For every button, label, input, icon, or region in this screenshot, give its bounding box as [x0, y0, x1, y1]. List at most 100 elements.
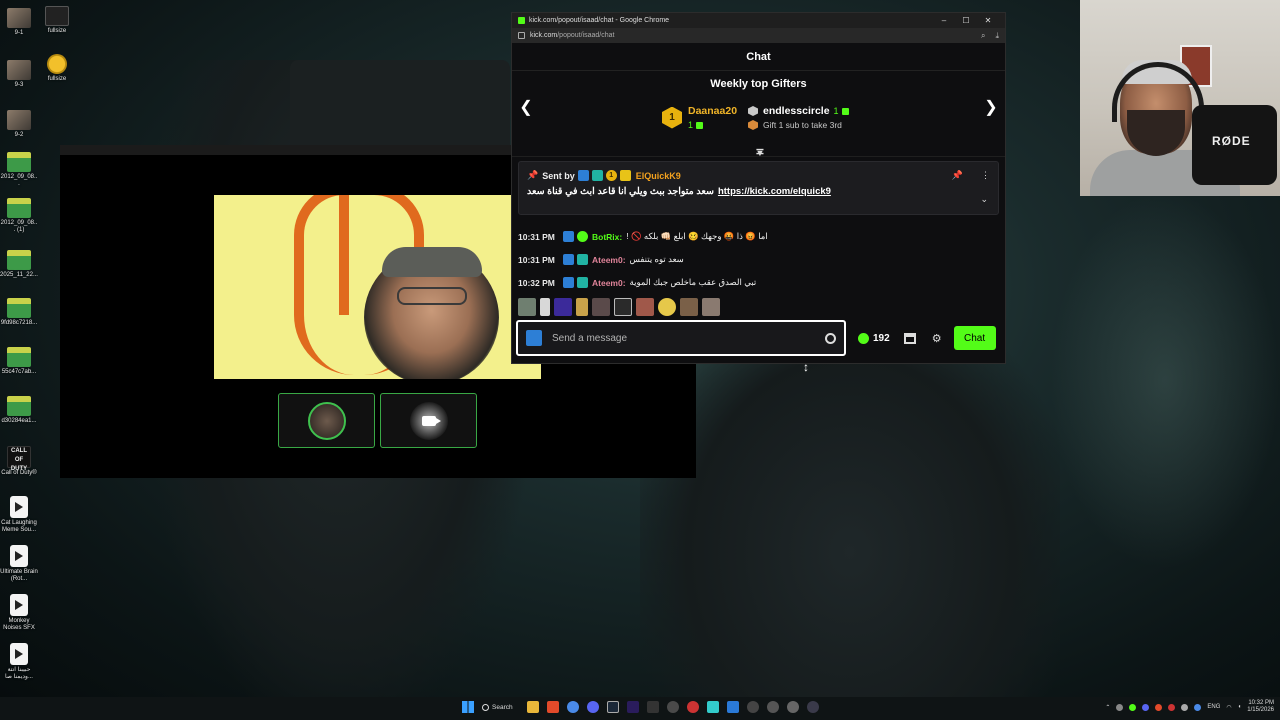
desktop-icon[interactable]: 9-1	[0, 8, 38, 37]
desktop-icon[interactable]: 9-2	[0, 110, 38, 139]
desktop-icon[interactable]: 9-3	[0, 60, 38, 89]
url-text[interactable]: kick.com/popout/isaad/chat	[530, 32, 971, 39]
chat-message[interactable]: 10:31 PM Ateem0: سعد توه يتنفس	[518, 248, 994, 271]
chrome-icon[interactable]	[566, 701, 579, 713]
participant-video-tile[interactable]	[214, 195, 541, 379]
desktop-icon[interactable]: Monkey Noises SFX	[0, 594, 38, 632]
download-icon[interactable]: ⤓	[995, 31, 999, 41]
desktop-icon[interactable]: 2012_09_08...	[0, 152, 38, 188]
clock[interactable]: 10:32 PM 1/15/2026	[1247, 700, 1274, 714]
gifter-first[interactable]: 1 Daanaa20 1	[662, 105, 737, 130]
emote-icon[interactable]	[540, 298, 550, 316]
app-icon[interactable]	[646, 701, 659, 713]
app-icon[interactable]	[746, 701, 759, 713]
tray-icon[interactable]	[1194, 703, 1202, 711]
chevron-left-icon[interactable]: ❮	[516, 97, 536, 117]
brave-icon[interactable]	[546, 701, 559, 713]
file-explorer-icon[interactable]	[526, 701, 539, 713]
desktop-icon[interactable]: fullsize	[38, 54, 76, 83]
desktop-icon[interactable]: fullsize	[38, 6, 76, 35]
emote-icon[interactable]	[614, 298, 632, 316]
desktop-icon[interactable]: 2025_11_22...	[0, 250, 38, 279]
points-value: 192	[873, 332, 890, 344]
media-file-icon	[10, 545, 28, 567]
app-icon[interactable]	[766, 701, 779, 713]
gifter-badge-icon: 1	[605, 170, 617, 181]
address-bar[interactable]: kick.com/popout/isaad/chat ⌕ ⤓	[512, 28, 1005, 43]
url-host: kick.com	[530, 32, 558, 39]
search-label: Search	[492, 703, 513, 711]
message-input[interactable]	[552, 332, 825, 344]
pinned-username[interactable]: ElQuickK9	[636, 171, 681, 181]
gear-icon[interactable]: ⚙	[932, 332, 942, 345]
chat-input-box[interactable]	[516, 320, 846, 356]
pinned-link[interactable]: https://kick.com/elquick9	[718, 186, 831, 197]
wifi-icon[interactable]: ◠	[1226, 704, 1231, 711]
chevron-right-icon[interactable]: ❯	[981, 97, 1001, 117]
chevron-up-icon[interactable]: ⌃	[1105, 704, 1110, 711]
chat-header: Chat	[512, 43, 1005, 71]
tray-icon[interactable]	[1168, 703, 1176, 711]
desktop-icon[interactable]: 55c47c7ab...	[0, 347, 38, 376]
windows-start-icon[interactable]	[462, 701, 474, 713]
tray-icon[interactable]	[1142, 703, 1150, 711]
chat-message[interactable]: 10:31 PM BotRix: اما 😡 ذا 🤬 وجهك 🥴 ابلع …	[518, 225, 994, 248]
desktop-icon[interactable]: Cat Laughing Meme Sou...	[0, 496, 38, 534]
recorder-icon[interactable]	[686, 701, 699, 713]
message-username[interactable]: Ateem0:	[592, 278, 626, 288]
taskbar-search[interactable]: Search	[482, 703, 513, 711]
camera-off-tile[interactable]	[380, 393, 477, 448]
discord-icon[interactable]	[586, 701, 599, 713]
message-text: سعد توه يتنفس	[629, 254, 684, 264]
participant-avatar-tile[interactable]	[278, 393, 375, 448]
emote-icon[interactable]	[592, 298, 610, 316]
emote-icon[interactable]	[554, 298, 572, 316]
language-indicator[interactable]: ENG	[1207, 704, 1220, 710]
close-button[interactable]: ✕	[977, 16, 999, 25]
gif-file-icon	[7, 198, 31, 218]
app-icon[interactable]	[706, 701, 719, 713]
tray-icon[interactable]	[1116, 703, 1124, 711]
emote-icon[interactable]	[680, 298, 698, 316]
desktop-icon[interactable]: 2012_09_08... (1)	[0, 198, 38, 234]
store-icon[interactable]	[903, 332, 916, 344]
tray-icon[interactable]	[1181, 703, 1189, 711]
window-titlebar[interactable]: kick.com/popout/isaad/chat - Google Chro…	[512, 13, 1005, 28]
send-chat-button[interactable]: Chat	[953, 326, 996, 350]
tray-icon[interactable]	[1129, 703, 1137, 711]
desktop-icon[interactable]: Ultimate Brain (Rot...	[0, 545, 38, 583]
premiere-icon[interactable]	[626, 701, 639, 713]
unpin-icon[interactable]: 📌	[952, 170, 963, 181]
desktop-icon[interactable]: حبيبنا انتة وديمنا صا...	[0, 643, 38, 681]
site-info-icon[interactable]	[518, 32, 525, 39]
desktop-icon[interactable]: d30284ea1...	[0, 396, 38, 425]
obs-icon[interactable]	[666, 701, 679, 713]
emote-icon[interactable]	[636, 298, 654, 316]
channel-points[interactable]: 192	[858, 332, 890, 344]
zoom-icon[interactable]: ⌕	[981, 31, 985, 41]
desktop-icon[interactable]: 9fd98c7218...	[0, 298, 38, 327]
app-icon[interactable]	[806, 701, 819, 713]
gift-icon	[841, 107, 849, 115]
tray-icon[interactable]	[1155, 703, 1163, 711]
emote-icon[interactable]	[518, 298, 536, 316]
emoji-icon[interactable]	[825, 332, 836, 344]
chat-message[interactable]: 10:32 PM Ateem0: تبي الصدق عقب ماخلص جبك…	[518, 271, 994, 294]
emote-icon[interactable]	[702, 298, 720, 316]
more-options-icon[interactable]: ⋮	[981, 170, 990, 181]
vscode-icon[interactable]	[726, 701, 739, 713]
collapse-icon[interactable]: ▁ ▁ ▼	[754, 141, 766, 158]
gifter-second[interactable]: endlesscircle 1 Gift 1 sub to take 3rd	[748, 105, 849, 130]
volume-icon[interactable]: ◖	[1238, 704, 1242, 710]
minimize-button[interactable]: –	[933, 16, 955, 25]
emote-icon[interactable]	[576, 298, 588, 316]
emote-icon[interactable]	[658, 298, 676, 316]
chevron-down-icon[interactable]: ⌄	[980, 194, 988, 205]
desktop-icon[interactable]: CALL OF DUTY Call of Duty®	[0, 446, 38, 477]
app-icon[interactable]	[786, 701, 799, 713]
message-username[interactable]: BotRix:	[592, 232, 622, 242]
message-username[interactable]: Ateem0:	[592, 255, 626, 265]
maximize-button[interactable]: ☐	[955, 16, 977, 25]
steam-icon[interactable]	[606, 701, 619, 713]
participant-cap	[382, 247, 482, 277]
